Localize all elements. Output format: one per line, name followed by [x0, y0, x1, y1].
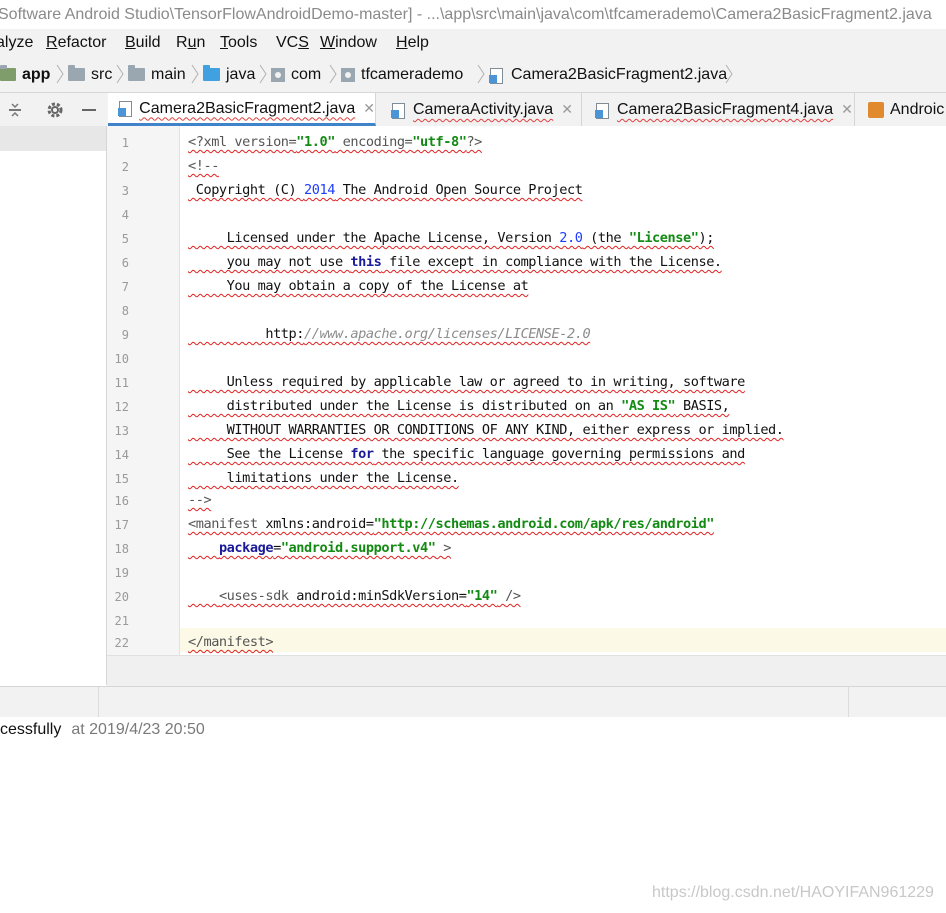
- chevron-right-icon: [191, 64, 199, 84]
- line-number: 14: [114, 448, 129, 462]
- editor-tab-bar: Camera2BasicFragment2.java ✕ CameraActiv…: [0, 93, 946, 127]
- line-number: 6: [121, 256, 129, 270]
- java-file-icon: [595, 102, 609, 119]
- chevron-right-icon: [477, 64, 485, 84]
- code-line: -->: [188, 492, 212, 508]
- line-number: 13: [114, 424, 129, 438]
- code-line: Licensed under the Apache License, Versi…: [188, 230, 715, 246]
- breadcrumb-src[interactable]: src: [68, 57, 112, 92]
- line-number: 19: [114, 566, 129, 580]
- menu-help[interactable]: Help: [396, 29, 429, 57]
- module-folder-icon: [0, 65, 16, 81]
- close-icon[interactable]: ✕: [363, 93, 375, 125]
- close-icon[interactable]: ✕: [841, 93, 853, 126]
- line-number: 21: [114, 614, 129, 628]
- code-line: <manifest xmlns:android="http://schemas.…: [188, 516, 714, 532]
- line-number: 9: [121, 328, 129, 342]
- package-icon: [341, 67, 355, 82]
- menu-analyze[interactable]: alyze: [0, 29, 33, 57]
- code-line: Unless required by applicable law or agr…: [188, 374, 746, 390]
- window-title: Software Android Studio\TensorFlowAndroi…: [0, 6, 932, 23]
- code-line: package="android.support.v4" >: [218, 540, 451, 556]
- java-file-icon: [118, 100, 133, 117]
- status-message: ccessfullyat 2019/4/23 20:50: [0, 721, 205, 738]
- package-icon: [271, 67, 285, 82]
- chevron-right-icon: [259, 64, 267, 84]
- menu-tools[interactable]: Tools: [220, 29, 257, 57]
- line-number: 11: [114, 376, 129, 390]
- line-number: 4: [121, 208, 129, 222]
- code-editor[interactable]: <?xml version="1.0" encoding="utf-8"?> <…: [180, 126, 946, 655]
- close-icon[interactable]: ✕: [561, 93, 573, 126]
- chevron-right-icon: [56, 64, 64, 84]
- manifest-file-icon: [868, 101, 884, 118]
- divider: [98, 687, 99, 717]
- line-number: 8: [121, 304, 129, 318]
- line-number: 17: [114, 518, 129, 532]
- divider: [848, 687, 849, 717]
- code-line: <uses-sdk android:minSdkVersion="14" />: [218, 588, 521, 604]
- editor-gutter: 1 2 3 4 5 6 7 8 9 10 11 12 13 14 15 16 17 18 19 20 21 22: [107, 126, 180, 655]
- tab-camera2basicfragment4[interactable]: Camera2BasicFragment4.java ✕: [585, 93, 855, 126]
- line-number: 10: [114, 352, 129, 366]
- code-line: distributed under the License is distrib…: [188, 398, 730, 414]
- java-file-icon: [489, 67, 503, 84]
- current-line-highlight: [180, 628, 946, 652]
- line-number: 7: [121, 280, 129, 294]
- source-folder-icon: [203, 65, 220, 81]
- code-line: <!--: [188, 158, 219, 174]
- code-line: Copyright (C) 2014 The Android Open Sour…: [188, 182, 583, 198]
- folder-icon: [128, 65, 145, 81]
- code-line: WITHOUT WARRANTIES OR CONDITIONS OF ANY …: [188, 422, 784, 438]
- collapse-all-icon[interactable]: [4, 99, 26, 121]
- code-line: limitations under the License.: [188, 470, 459, 486]
- hide-panel-icon[interactable]: [78, 99, 100, 121]
- line-number: 16: [114, 494, 129, 508]
- line-number: 1: [121, 136, 129, 150]
- code-line: http://www.apache.org/licenses/LICENSE-2…: [188, 326, 591, 342]
- menu-window[interactable]: Window: [320, 29, 377, 57]
- line-number: 15: [114, 472, 129, 486]
- line-number: 3: [121, 184, 129, 198]
- gear-icon[interactable]: [44, 99, 66, 121]
- project-tree-selected-row[interactable]: [0, 126, 106, 151]
- menu-refactor[interactable]: Refactor: [46, 29, 106, 57]
- chevron-right-icon: [725, 64, 733, 84]
- breadcrumb-com[interactable]: com: [271, 57, 321, 92]
- breadcrumb: app src main java com tfcamerademo Camer…: [0, 57, 946, 93]
- code-line: you may not use this file except in comp…: [188, 254, 722, 270]
- menu-build[interactable]: Build: [125, 29, 161, 57]
- editor-horizontal-scrollbar[interactable]: [107, 655, 946, 686]
- tab-android-manifest[interactable]: Androic: [858, 93, 946, 126]
- code-line: <?xml version="1.0" encoding="utf-8"?>: [188, 134, 482, 150]
- chevron-right-icon: [116, 64, 124, 84]
- window-title-bar: Software Android Studio\TensorFlowAndroi…: [0, 0, 946, 29]
- folder-icon: [68, 65, 85, 81]
- breadcrumb-file[interactable]: Camera2BasicFragment2.java: [489, 57, 727, 92]
- breadcrumb-java[interactable]: java: [203, 57, 255, 92]
- status-timestamp: at 2019/4/23 20:50: [71, 721, 205, 738]
- project-panel[interactable]: [0, 126, 107, 685]
- line-number: 20: [114, 590, 129, 604]
- breadcrumb-tfcamerademo[interactable]: tfcamerademo: [341, 57, 463, 92]
- line-number: 12: [114, 400, 129, 414]
- java-file-icon: [391, 102, 405, 119]
- tab-cameraactivity[interactable]: CameraActivity.java ✕: [381, 93, 582, 126]
- chevron-right-icon: [329, 64, 337, 84]
- tool-window-strip: [0, 686, 946, 717]
- line-number: 5: [121, 232, 129, 246]
- watermark: https://blog.csdn.net/HAOYIFAN961229: [652, 884, 934, 901]
- line-number: 22: [114, 636, 129, 650]
- tab-camera2basicfragment2[interactable]: Camera2BasicFragment2.java ✕: [108, 93, 376, 126]
- line-number: 2: [121, 160, 129, 174]
- breadcrumb-app[interactable]: app: [0, 57, 50, 92]
- menu-bar: alyze Refactor Build Run Tools VCS Windo…: [0, 29, 946, 57]
- line-number: 18: [114, 542, 129, 556]
- menu-run[interactable]: Run: [176, 29, 205, 57]
- breadcrumb-main[interactable]: main: [128, 57, 186, 92]
- code-line: </manifest>: [188, 634, 274, 650]
- code-line: See the License for the specific languag…: [188, 446, 746, 462]
- code-line: You may obtain a copy of the License at: [188, 278, 529, 294]
- menu-vcs[interactable]: VCS: [276, 29, 309, 57]
